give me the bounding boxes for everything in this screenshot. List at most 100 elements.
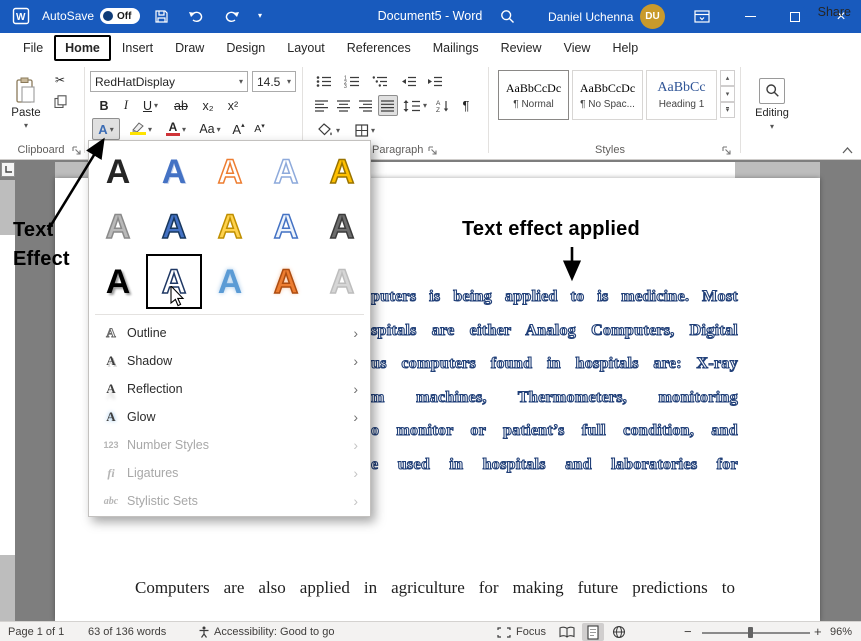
justify-button[interactable] (378, 95, 398, 116)
text-effect-outline-orange[interactable]: A (202, 144, 258, 199)
page-info[interactable]: Page 1 of 1 (8, 626, 64, 638)
zoom-in-button[interactable]: + (814, 624, 822, 639)
styles-scroll-down-icon[interactable]: ▾ (720, 86, 735, 102)
text-effect-blue-glow[interactable]: A (202, 254, 258, 309)
word-count[interactable]: 63 of 136 words (88, 626, 166, 638)
text-effect-outline-lightblue[interactable]: A (258, 144, 314, 199)
style-card-heading-1[interactable]: AaBbCcHeading 1 (646, 70, 717, 120)
font-name-combo[interactable]: RedHatDisplay▾ (90, 71, 248, 92)
text-effect-gray-bevel[interactable]: A (314, 199, 370, 254)
menu-item-glow[interactable]: AGlow› (89, 403, 370, 431)
accessibility-status[interactable]: Accessibility: Good to go (214, 626, 334, 638)
shadow-a-icon: A (99, 353, 123, 369)
text-effect-black-shadow[interactable]: A (90, 254, 146, 309)
shrink-font-button[interactable]: A▾ (250, 118, 269, 140)
numbering-button[interactable]: 123 (340, 71, 364, 92)
bullets-button[interactable] (312, 71, 336, 92)
menu-item-outline[interactable]: AOutline› (89, 319, 370, 347)
align-left-button[interactable] (312, 95, 332, 116)
align-right-button[interactable] (356, 95, 376, 116)
read-mode-button[interactable] (556, 623, 578, 641)
tab-insert[interactable]: Insert (111, 35, 164, 61)
underline-button[interactable]: U▾ (137, 95, 164, 116)
text-effect-fill-gold-outline[interactable]: A (314, 144, 370, 199)
print-layout-button[interactable] (582, 623, 604, 641)
zoom-slider-thumb[interactable] (748, 627, 753, 638)
tab-selector[interactable] (1, 162, 15, 177)
minimize-button[interactable] (733, 0, 767, 33)
line-spacing-button[interactable]: ▾ (402, 95, 428, 116)
menu-item-shadow[interactable]: AShadow› (89, 347, 370, 375)
text-effects-dropdown: AAAAAAAAAAAAAAA AOutline›AShadow›AReflec… (88, 140, 371, 517)
multilevel-list-button[interactable] (368, 71, 392, 92)
applied-annotation-label: Text effect applied (462, 215, 640, 244)
tab-view[interactable]: View (553, 35, 602, 61)
zoom-level[interactable]: 96% (830, 626, 852, 638)
change-case-button[interactable]: Aa▾ (196, 118, 224, 140)
tab-draw[interactable]: Draw (164, 35, 215, 61)
cut-button[interactable]: ✂ (50, 71, 70, 88)
subscript-button[interactable]: x₂ (197, 95, 219, 116)
tab-design[interactable]: Design (215, 35, 276, 61)
italic-button[interactable]: I (117, 95, 135, 116)
menu-item-label: Shadow (123, 354, 353, 368)
text-effect-gold-gradient[interactable]: A (202, 199, 258, 254)
redo-icon[interactable] (224, 9, 240, 24)
search-icon[interactable] (500, 9, 515, 24)
collapse-ribbon-icon[interactable] (841, 145, 854, 156)
font-size-combo[interactable]: 14.5▾ (252, 71, 296, 92)
align-right-icon (359, 100, 373, 112)
tab-mailings[interactable]: Mailings (422, 35, 490, 61)
document-text-line: spitals are either Analog Computers, Dig… (371, 322, 738, 342)
save-icon[interactable] (154, 9, 169, 24)
user-name[interactable]: Daniel Uchenna (548, 10, 633, 24)
text-effect-outline-blue-bold[interactable]: A (258, 199, 314, 254)
zoom-out-button[interactable]: − (684, 624, 692, 639)
text-effect-orange-glow[interactable]: A (258, 254, 314, 309)
quick-access-chevron-icon[interactable]: ▾ (258, 11, 262, 20)
menu-item-reflection[interactable]: AReflection› (89, 375, 370, 403)
ribbon-display-options-icon[interactable] (694, 10, 710, 23)
styles-scroll-up-icon[interactable]: ▴ (720, 70, 735, 86)
superscript-button[interactable]: x² (222, 95, 244, 116)
tab-help[interactable]: Help (601, 35, 649, 61)
menu-item-stylistic-sets: abcStylistic Sets› (89, 487, 370, 515)
tab-file[interactable]: File (12, 35, 54, 61)
tab-layout[interactable]: Layout (276, 35, 336, 61)
decrease-indent-button[interactable] (398, 71, 420, 92)
tab-references[interactable]: References (336, 35, 422, 61)
styles-gallery-more-icon[interactable]: ▾ (720, 102, 735, 118)
sort-button[interactable]: AZ (432, 95, 454, 116)
style-card-no-spac[interactable]: AaBbCcDc¶ No Spac... (572, 70, 643, 120)
text-effect-light-gray[interactable]: A (314, 254, 370, 309)
show-paragraph-marks-button[interactable]: ¶ (456, 95, 476, 116)
shading-button[interactable]: ▾ (314, 119, 344, 141)
tab-review[interactable]: Review (490, 35, 553, 61)
grow-font-button[interactable]: A▴ (229, 118, 248, 140)
text-effect-fill-blue[interactable]: A (146, 144, 202, 199)
share-button[interactable]: Share (799, 5, 851, 19)
font-color-button[interactable]: A ▾ (161, 118, 191, 140)
borders-button[interactable]: ▾ (350, 119, 380, 141)
autosave-toggle[interactable]: Off (100, 8, 140, 24)
align-center-button[interactable] (334, 95, 354, 116)
submenu-chevron-icon: › (353, 381, 358, 397)
web-layout-button[interactable] (608, 623, 630, 641)
bold-button[interactable]: B (94, 95, 114, 116)
editing-button[interactable]: Editing ▾ (746, 67, 798, 141)
copy-button[interactable] (50, 93, 70, 110)
styles-dialog-launcher-icon[interactable] (722, 146, 732, 156)
grow-arrow-icon: ▴ (241, 121, 245, 129)
shading-bucket-icon (318, 123, 334, 137)
highlight-color-button[interactable]: ▾ (126, 118, 156, 140)
user-avatar[interactable]: DU (640, 4, 665, 29)
focus-button[interactable]: Focus (516, 626, 546, 638)
undo-icon[interactable] (188, 9, 204, 24)
increase-indent-button[interactable] (424, 71, 446, 92)
zoom-slider-track[interactable] (702, 632, 810, 634)
paragraph-dialog-launcher-icon[interactable] (428, 146, 438, 156)
tab-home[interactable]: Home (54, 35, 111, 61)
strikethrough-button[interactable]: ab (169, 95, 193, 116)
style-card-normal[interactable]: AaBbCcDc¶ Normal (498, 70, 569, 120)
text-effect-blue-reflection[interactable]: A (146, 199, 202, 254)
